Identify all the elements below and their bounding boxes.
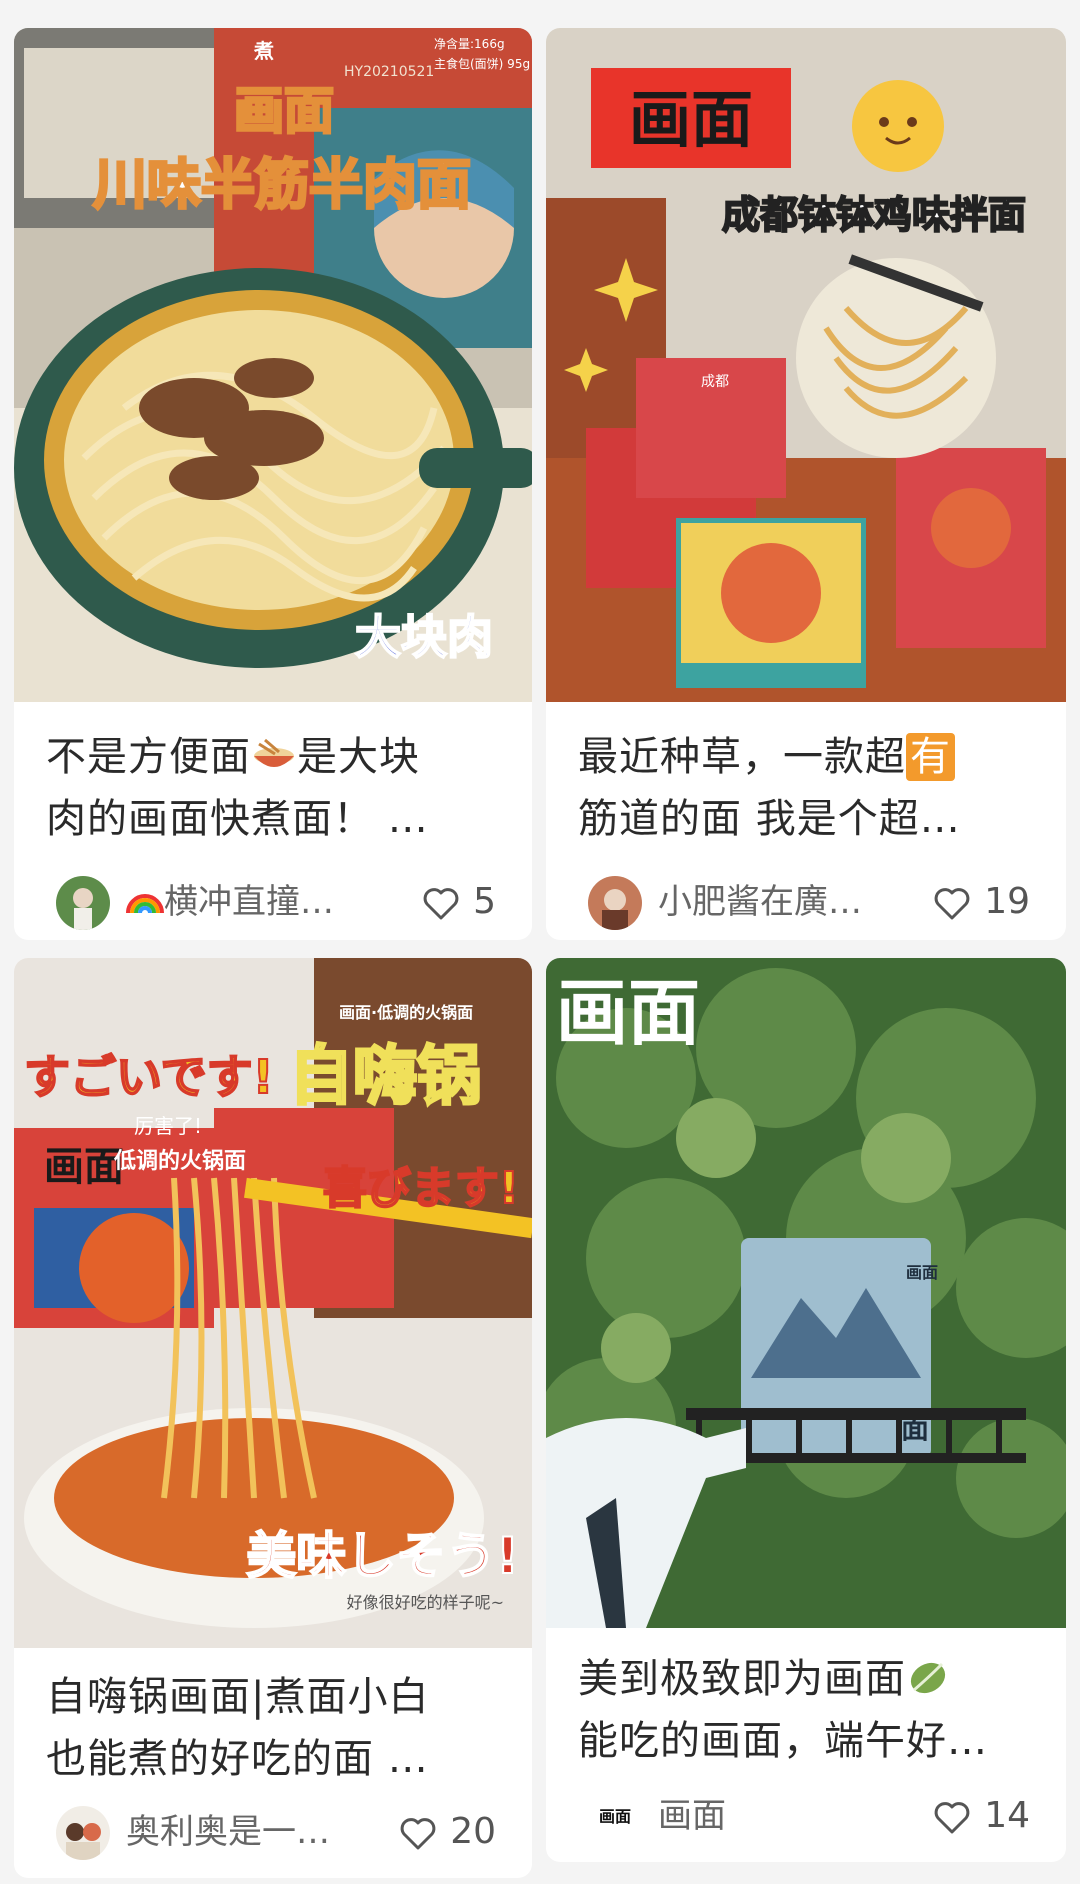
cover-spec-text-2: 主食包(面饼) 95g	[434, 56, 530, 71]
like-button[interactable]: 14	[932, 1792, 1030, 1840]
noodle-bowl-icon	[254, 738, 294, 767]
cover-header-text: 画面·低调的火锅面	[339, 1003, 473, 1022]
cover-title-text: 川味半筋半肉面	[93, 153, 471, 216]
author-name[interactable]: 横冲直撞…	[126, 878, 334, 926]
author-label: 小肥酱在廣…	[658, 882, 862, 922]
cover-caption-text: 好像很好吃的样子呢~	[347, 1593, 504, 1612]
avatar[interactable]	[56, 876, 110, 930]
cover-box-text: 成都	[701, 374, 729, 390]
note-footer: 小肥酱在廣… 19	[576, 870, 1036, 934]
note-footer: 画面 画面 14	[576, 1784, 1036, 1848]
cover-headline-text: 自嗨锅	[289, 1040, 481, 1114]
heart-icon	[934, 1802, 970, 1834]
cover-box-text: 低调的火锅面	[113, 1148, 246, 1174]
title-line: 能吃的画面，端午好…	[578, 1718, 988, 1764]
note-card[interactable]: 画面 成都钵钵鸡味拌面 成都 最近种草，一款超有 筋道的面 我是个超… 小肥酱在…	[546, 28, 1066, 940]
cover-brand-text: 画面	[234, 82, 334, 140]
note-title[interactable]: 最近种草，一款超有 筋道的面 我是个超…	[578, 726, 1040, 850]
heart-icon	[934, 888, 970, 920]
note-footer: 横冲直撞… 5	[44, 870, 502, 934]
title-line: 肉的画面快煮面！ …	[46, 796, 429, 842]
author-label: 横冲直撞…	[164, 882, 334, 922]
author-label: 画面	[658, 1796, 726, 1836]
like-count: 5	[473, 881, 496, 922]
title-line: 不是方便面	[46, 734, 251, 780]
avatar[interactable]	[56, 1806, 110, 1860]
author-label: 奥利奥是一…	[126, 1812, 330, 1852]
avatar-logo-text: 画面	[598, 1807, 631, 1826]
cover-tag-text: 大块肉	[355, 610, 493, 664]
author-name[interactable]: 画面	[658, 1792, 726, 1840]
note-card[interactable]: 画面 川味半筋半肉面 大块肉 煮 净含量:166g 主食包(面饼) 95g HY…	[14, 28, 532, 940]
cover-brand-text: 画面	[44, 1144, 124, 1190]
cover-brand-text: 画面	[556, 971, 700, 1055]
cover-spec-text: 净含量:166g	[434, 36, 505, 51]
note-footer: 奥利奥是一… 20	[44, 1800, 502, 1864]
title-line: 美到极致即为画面	[578, 1656, 906, 1702]
heart-icon	[400, 1818, 436, 1850]
note-title[interactable]: 不是方便面 是大块 肉的画面快煮面！ …	[46, 726, 506, 850]
title-line: 自嗨锅画面|煮面小白	[46, 1674, 430, 1720]
title-line: 筋道的面 我是个超…	[578, 796, 961, 842]
avatar[interactable]	[588, 876, 642, 930]
note-cover-image[interactable]: 画面 成都钵钵鸡味拌面 成都	[546, 28, 1066, 702]
rainbow-icon	[126, 894, 164, 914]
title-line: 也能煮的好吃的面 …	[46, 1736, 429, 1782]
avatar[interactable]: 画面	[588, 1790, 642, 1844]
note-title[interactable]: 自嗨锅画面|煮面小白 也能煮的好吃的面 …	[46, 1666, 506, 1790]
like-button[interactable]: 19	[932, 878, 1030, 926]
title-line: 最近种草，一款超	[578, 734, 906, 780]
note-cover-image[interactable]: 画面 面 画面	[546, 958, 1066, 1628]
like-button[interactable]: 20	[398, 1808, 496, 1856]
cover-title-text: すごいです!	[24, 1050, 274, 1104]
cover-tag-text: 喜びます!	[323, 1163, 519, 1214]
note-feed: 画面 川味半筋半肉面 大块肉 煮 净含量:166g 主食包(面饼) 95g HY…	[0, 0, 1080, 1884]
cover-pack-text: 画面	[906, 1263, 938, 1282]
like-count: 19	[984, 881, 1030, 922]
note-card[interactable]: すごいです! 厉害了! 画面·低调的火锅面 自嗨锅 画面 低调的火锅面 喜びます…	[14, 958, 532, 1878]
emoji-you-badge: 有	[906, 733, 955, 781]
note-card[interactable]: 画面 面 画面 美到极致即为画面 能吃的画面，端午好… 画面 画面 14	[546, 958, 1066, 1862]
like-button[interactable]: 5	[421, 878, 496, 926]
like-count: 20	[450, 1811, 496, 1852]
note-title[interactable]: 美到极致即为画面 能吃的画面，端午好…	[578, 1648, 1040, 1772]
like-count: 14	[984, 1795, 1030, 1836]
cover-batch-text: HY20210521	[344, 64, 434, 80]
leaf-icon	[910, 1662, 946, 1694]
note-cover-image[interactable]: すごいです! 厉害了! 画面·低调的火锅面 自嗨锅 画面 低调的火锅面 喜びます…	[14, 958, 532, 1648]
cover-title-text: 成都钵钵鸡味拌面	[722, 193, 1026, 237]
author-name[interactable]: 奥利奥是一…	[126, 1808, 330, 1856]
cover-subtitle-text: 厉害了!	[134, 1114, 202, 1138]
title-line-cont: 是大块	[297, 734, 420, 780]
author-name[interactable]: 小肥酱在廣…	[658, 878, 862, 926]
cover-brand-text: 画面	[629, 83, 753, 156]
cover-tag-text-2: 美味しそう!	[246, 1527, 519, 1585]
note-cover-image[interactable]: 画面 川味半筋半肉面 大块肉 煮 净含量:166g 主食包(面饼) 95g HY…	[14, 28, 532, 702]
cover-badge-text: 煮	[253, 39, 274, 63]
heart-icon	[423, 888, 459, 920]
